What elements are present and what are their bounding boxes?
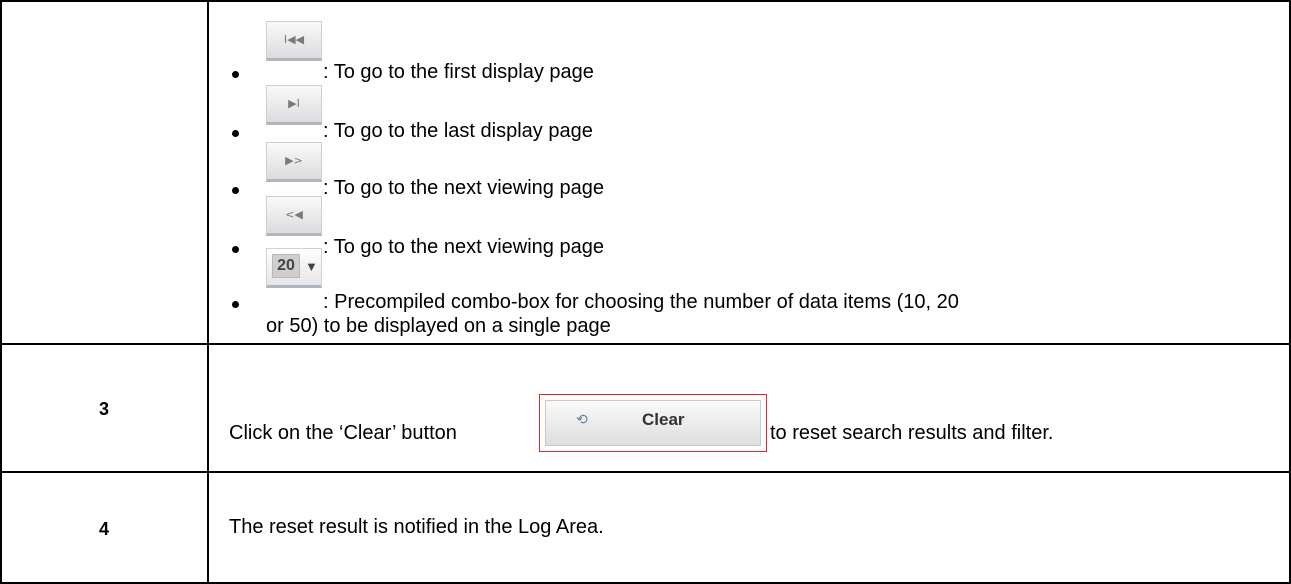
- list-item-text: : To go to the next viewing page: [323, 236, 604, 258]
- bullet-dot: [232, 71, 239, 78]
- step-text-before: Click on the ‘Clear’ button: [229, 422, 457, 444]
- table-border-left: [0, 0, 2, 584]
- previous-page-icon: <◀: [266, 196, 322, 236]
- instruction-table: I◀◀ : To go to the first display page ▶I…: [0, 0, 1291, 584]
- clear-button-label: Clear: [642, 410, 685, 429]
- combo-box-value: 20: [272, 254, 300, 278]
- last-page-icon: ▶I: [266, 85, 322, 125]
- clear-button-face: ⟲ Clear: [545, 400, 761, 446]
- step-text-after: to reset search results and filter.: [770, 422, 1054, 444]
- table-row-divider-1: [0, 343, 1291, 345]
- list-item-text: : To go to the next viewing page: [323, 177, 604, 199]
- step-number: 3: [98, 399, 109, 419]
- list-item-text: : Precompiled combo-box for choosing the…: [323, 291, 959, 313]
- table-row-divider-2: [0, 471, 1291, 473]
- bullet-dot: [232, 130, 239, 137]
- step-text: The reset result is notified in the Log …: [229, 516, 604, 538]
- clear-button: ⟲ Clear: [539, 394, 767, 452]
- refresh-icon: ⟲: [576, 411, 588, 427]
- list-item-text: : To go to the last display page: [323, 120, 593, 142]
- step-number: 4: [98, 519, 109, 539]
- list-item-text-continued: or 50) to be displayed on a single page: [266, 315, 611, 337]
- bullet-dot: [232, 246, 239, 253]
- page-size-combo-box: 20 ▼: [266, 248, 322, 288]
- table-border-top: [0, 0, 1291, 2]
- list-item-text: : To go to the first display page: [323, 61, 594, 83]
- bullet-dot: [232, 187, 239, 194]
- first-page-icon: I◀◀: [266, 21, 322, 61]
- bullet-dot: [232, 301, 239, 308]
- table-column-divider: [207, 0, 209, 584]
- next-page-icon: ▶>: [266, 142, 322, 182]
- chevron-down-icon: ▼: [305, 259, 318, 274]
